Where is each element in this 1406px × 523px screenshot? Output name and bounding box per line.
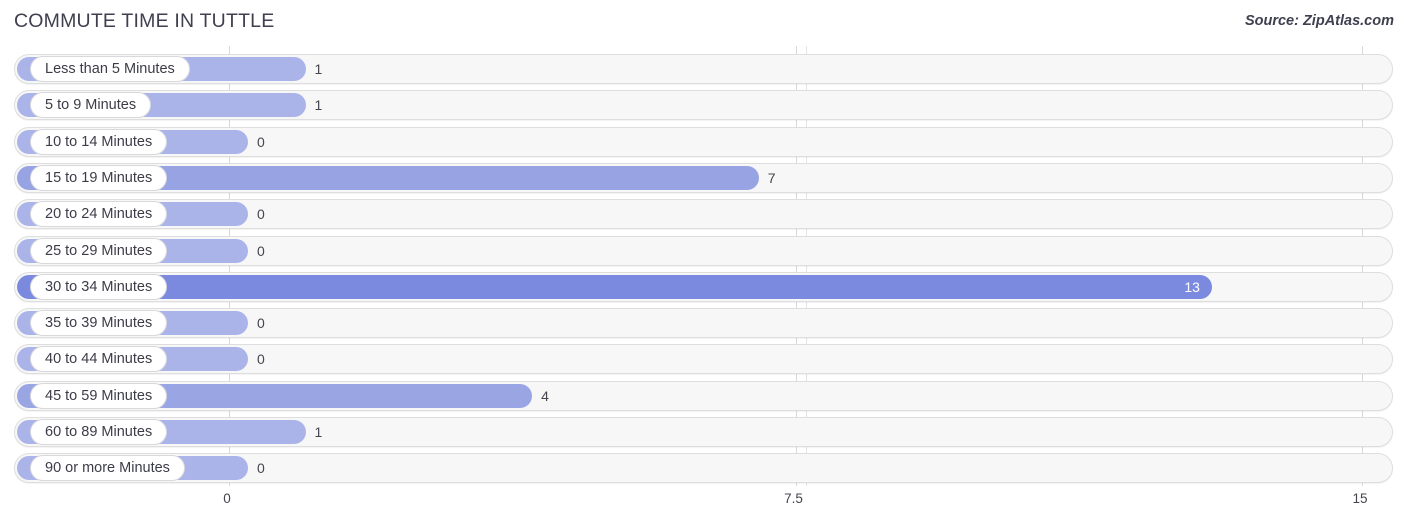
axis-tick-label: 15 [1352, 491, 1368, 506]
bar-value-label: 1 [314, 61, 323, 77]
source-attribution: Source: ZipAtlas.com [1244, 13, 1394, 29]
category-label: 40 to 44 Minutes [30, 346, 168, 373]
category-label: 20 to 24 Minutes [30, 201, 168, 228]
bar-value-label: 0 [257, 206, 265, 223]
bar-value-label: 1 [314, 97, 323, 114]
bar-value-label: 0 [257, 133, 265, 150]
category-label: 35 to 39 Minutes [30, 310, 168, 337]
category-label: 90 or more Minutes [30, 455, 185, 482]
bar-value-label: 0 [257, 351, 265, 368]
bar-value-label: 0 [257, 460, 265, 477]
category-label: 30 to 34 Minutes [30, 273, 168, 300]
category-label: 10 to 14 Minutes [30, 128, 168, 155]
bar-row[interactable]: 1 5 to 9 Minutes [14, 90, 1393, 121]
bar-value-label: 0 [257, 315, 265, 332]
bar-row[interactable]: 1 Less than 5 Minutes [14, 54, 1393, 84]
page-title: COMMUTE TIME IN TUTTLE [14, 10, 275, 32]
category-label: Less than 5 Minutes [30, 56, 190, 82]
bar-row[interactable]: 0 40 to 44 Minutes [14, 344, 1393, 375]
category-label: 25 to 29 Minutes [30, 237, 168, 264]
category-label: 60 to 89 Minutes [30, 419, 168, 445]
bar-value-label: 13 [1184, 278, 1200, 295]
x-axis: 0 7.5 15 [0, 486, 1406, 523]
category-label: 5 to 9 Minutes [30, 92, 152, 119]
bar-row[interactable]: 0 90 or more Minutes [14, 453, 1393, 484]
bar-row[interactable]: 13 30 to 34 Minutes [14, 271, 1393, 302]
category-label: 45 to 59 Minutes [30, 382, 168, 409]
axis-tick-label: 7.5 [784, 491, 803, 506]
axis-tick-label: 0 [223, 491, 231, 506]
bar-row[interactable]: 4 45 to 59 Minutes [14, 380, 1393, 411]
bar-value-label: 7 [767, 169, 776, 186]
bar[interactable]: 13 [17, 274, 1212, 299]
category-label: 15 to 19 Minutes [30, 164, 168, 191]
bar-value-label: 0 [257, 242, 265, 259]
bar-rows: 1 Less than 5 Minutes 1 5 to 9 Minutes 0 10 t… [0, 46, 1406, 486]
chart-plot-area: 1 Less than 5 Minutes 1 5 to 9 Minutes 0 10 t… [0, 46, 1406, 486]
chart-header: COMMUTE TIME IN TUTTLE Source: ZipAtlas.… [0, 0, 1406, 46]
bar-value-label: 1 [314, 424, 323, 440]
bar-row[interactable]: 1 60 to 89 Minutes [14, 417, 1393, 447]
bar-value-label: 4 [541, 387, 549, 404]
bar-row[interactable]: 0 35 to 39 Minutes [14, 308, 1393, 339]
bar-row[interactable]: 7 15 to 19 Minutes [14, 162, 1393, 193]
bar-row[interactable]: 0 20 to 24 Minutes [14, 199, 1393, 230]
bar-row[interactable]: 0 10 to 14 Minutes [14, 126, 1393, 157]
bar-row[interactable]: 0 25 to 29 Minutes [14, 235, 1393, 266]
